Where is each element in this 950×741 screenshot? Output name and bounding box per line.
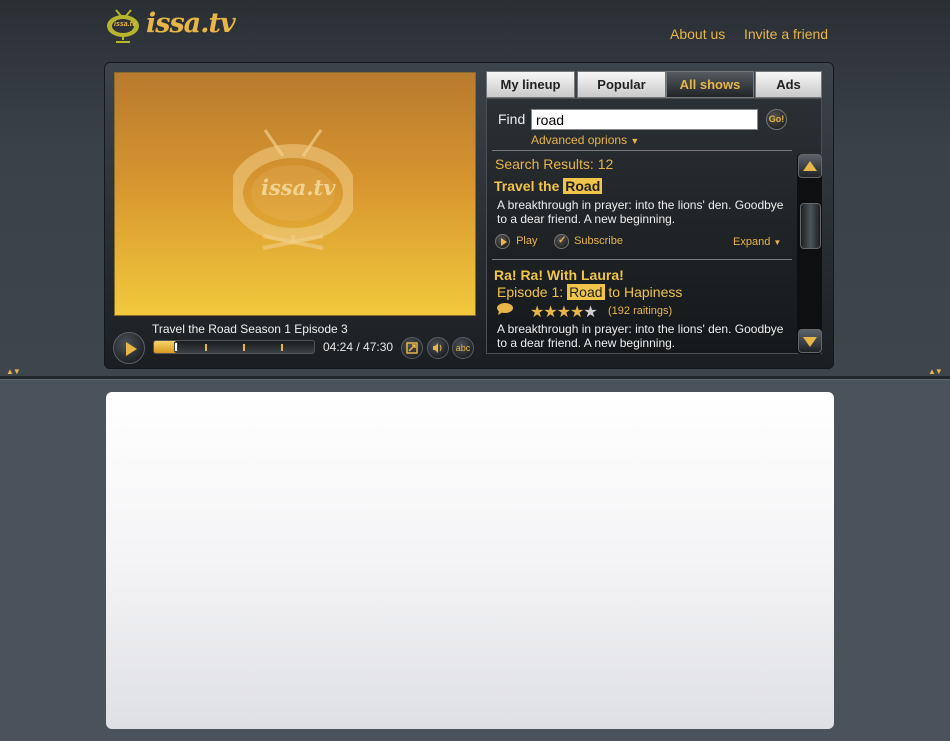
result-description: A breakthrough in prayer: into the lions… xyxy=(497,198,784,226)
tab-my-lineup[interactable]: My lineup xyxy=(486,71,575,98)
video-screen[interactable]: issa.tv xyxy=(114,72,476,316)
tab-bar: My lineup Popular All shows Ads xyxy=(486,71,822,98)
chevron-down-icon: ▼ xyxy=(773,238,782,247)
collapse-arrows-icon[interactable]: ▲▼ xyxy=(928,368,943,376)
collapse-arrows-icon[interactable]: ▲▼ xyxy=(6,368,21,376)
play-label: Play xyxy=(516,235,538,248)
scroll-down-button[interactable] xyxy=(798,329,822,353)
volume-button[interactable] xyxy=(427,337,449,359)
results-scrollbar[interactable] xyxy=(797,154,822,354)
episode-suffix: to Hapiness xyxy=(604,284,683,300)
advanced-options-label: Advanced oprions xyxy=(531,133,628,147)
play-icon xyxy=(495,234,510,249)
result-title-text: Travel the xyxy=(494,178,564,194)
tab-popular[interactable]: Popular xyxy=(577,71,666,98)
comment-icon[interactable] xyxy=(496,302,514,316)
ratings-count: (192 raitings) xyxy=(608,305,673,317)
expand-action[interactable]: Expand ▼ xyxy=(733,236,781,248)
invite-friend-link[interactable]: Invite a friend xyxy=(744,26,828,42)
fullscreen-button[interactable] xyxy=(401,337,423,359)
arrow-up-icon xyxy=(803,161,817,171)
search-input[interactable] xyxy=(531,109,758,130)
divider xyxy=(492,150,792,151)
content-area xyxy=(106,392,834,729)
captions-button[interactable]: abc xyxy=(452,337,474,359)
fullscreen-icon xyxy=(406,342,418,354)
subscribe-action[interactable]: ✓ Subscribe xyxy=(554,234,623,249)
star-icon: ★ xyxy=(543,304,557,321)
divider xyxy=(492,259,792,260)
chapter-marker xyxy=(205,344,207,351)
time-display: 04:24 / 47:30 xyxy=(323,340,394,354)
episode-prefix: Episode 1: xyxy=(497,284,568,300)
episode-title[interactable]: Episode 1: Road to Hapiness xyxy=(497,284,682,300)
video-watermark-text: issa.tv xyxy=(261,175,336,200)
progress-fill xyxy=(154,341,177,353)
show-title[interactable]: Ra! Ra! With Laura! xyxy=(494,267,624,283)
checkmark-icon: ✓ xyxy=(554,234,569,249)
play-action[interactable]: Play xyxy=(495,234,537,249)
subscribe-label: Subscribe xyxy=(574,235,623,248)
expand-label: Expand xyxy=(733,236,771,248)
scroll-thumb[interactable] xyxy=(800,203,821,249)
result-title-highlight: Road xyxy=(563,178,603,194)
find-label: Find xyxy=(498,111,526,127)
star-empty-icon: ★ xyxy=(583,304,597,321)
scroll-up-button[interactable] xyxy=(798,154,822,178)
speaker-icon xyxy=(433,343,442,353)
now-playing-title: Travel the Road Season 1 Episode 3 xyxy=(152,322,348,336)
chapter-marker xyxy=(281,344,283,351)
tab-all-shows[interactable]: All shows xyxy=(666,71,754,98)
results-count: Search Results: 12 xyxy=(495,156,614,172)
progress-handle[interactable] xyxy=(174,342,179,352)
arrow-down-icon xyxy=(803,337,817,347)
advanced-options-link[interactable]: Advanced oprions ▼ xyxy=(531,133,639,147)
episode-highlight: Road xyxy=(567,284,605,300)
chapter-marker xyxy=(243,344,245,351)
go-button[interactable]: Go! xyxy=(766,109,787,130)
star-icon: ★ xyxy=(570,304,584,321)
logo[interactable]: issa.tv issa.tv xyxy=(106,8,236,46)
dropdown-arrow-icon: ▼ xyxy=(630,136,640,146)
star-icon: ★ xyxy=(530,304,544,321)
star-icon: ★ xyxy=(556,304,571,321)
result-title[interactable]: Travel the Road xyxy=(494,178,603,194)
about-us-link[interactable]: About us xyxy=(670,26,725,42)
tab-ads[interactable]: Ads xyxy=(755,71,822,98)
progress-bar[interactable] xyxy=(153,340,315,354)
logo-badge: issa.tv xyxy=(114,21,136,28)
result-description: A breakthrough in prayer: into the lions… xyxy=(497,322,784,350)
star-rating[interactable]: ★★★★★ xyxy=(530,302,598,322)
logo-wordmark: issa.tv xyxy=(146,8,236,39)
play-button[interactable] xyxy=(113,332,145,364)
splitter[interactable] xyxy=(0,376,950,380)
